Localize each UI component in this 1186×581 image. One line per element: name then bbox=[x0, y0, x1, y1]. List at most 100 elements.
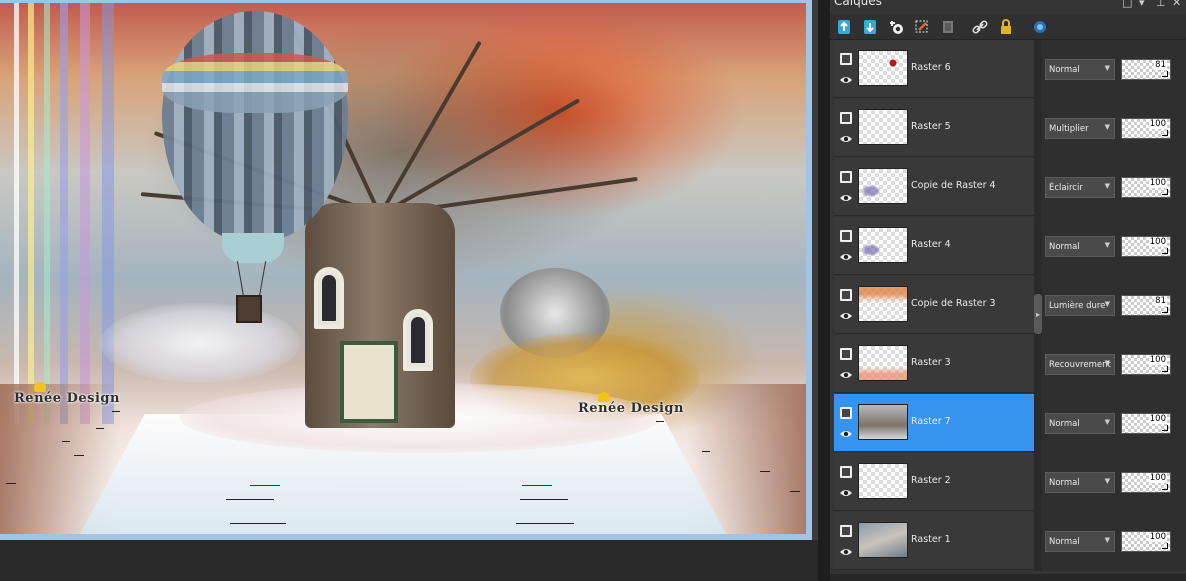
new-vector-layer-icon[interactable] bbox=[860, 17, 880, 37]
delete-layer-icon[interactable] bbox=[938, 17, 958, 37]
eye-icon[interactable] bbox=[839, 191, 853, 205]
image-canvas[interactable]: Renée Design Renée Design bbox=[0, 3, 806, 534]
layer-name[interactable]: Copie de Raster 3 bbox=[911, 298, 996, 309]
floor-dash bbox=[656, 421, 664, 422]
opacity-slider[interactable]: 100 bbox=[1121, 177, 1171, 198]
light-stripe bbox=[60, 3, 68, 424]
lock-icon[interactable] bbox=[996, 17, 1016, 37]
blend-mode-dropdown[interactable]: Normal ▼ bbox=[1045, 236, 1115, 257]
blend-mode-dropdown[interactable]: Éclaircir ▼ bbox=[1045, 177, 1115, 198]
layer-type-icon[interactable] bbox=[840, 171, 852, 183]
layer-type-icon[interactable] bbox=[840, 407, 852, 419]
layer-type-icon[interactable] bbox=[840, 466, 852, 478]
layer-row[interactable]: Raster 4 bbox=[834, 217, 1034, 275]
pin-icon[interactable]: ⊥ bbox=[1156, 0, 1166, 9]
tree-window bbox=[403, 309, 433, 371]
floor-dash bbox=[250, 485, 280, 486]
document-window: Renée Design Renée Design bbox=[0, 0, 812, 540]
eye-icon[interactable] bbox=[839, 250, 853, 264]
opacity-slider[interactable]: 100 bbox=[1121, 413, 1171, 434]
opacity-slider[interactable]: 100 bbox=[1121, 472, 1171, 493]
eye-icon[interactable] bbox=[839, 545, 853, 559]
floor-dash bbox=[230, 523, 286, 524]
watermark-left: Renée Design bbox=[14, 382, 120, 406]
layer-type-icon[interactable] bbox=[840, 53, 852, 65]
layer-name[interactable]: Raster 6 bbox=[911, 62, 951, 73]
layer-type-icon[interactable] bbox=[840, 230, 852, 242]
balloon-stripes bbox=[162, 53, 348, 113]
layer-name[interactable]: Raster 1 bbox=[911, 534, 951, 545]
opacity-slider[interactable]: 100 bbox=[1121, 236, 1171, 257]
butterfly-icon bbox=[34, 382, 46, 392]
eye-icon[interactable] bbox=[839, 486, 853, 500]
layer-name[interactable]: Raster 7 bbox=[911, 416, 951, 427]
floor-dash bbox=[226, 499, 274, 500]
blend-mode-dropdown[interactable]: Normal ▼ bbox=[1045, 413, 1115, 434]
dropdown-arrow-icon: ▼ bbox=[1104, 536, 1110, 544]
blend-mode-dropdown[interactable]: Lumière dure ▼ bbox=[1045, 295, 1115, 316]
floor-dash bbox=[516, 523, 574, 524]
eye-icon[interactable] bbox=[839, 73, 853, 87]
panel-splitter[interactable] bbox=[818, 0, 830, 581]
tree-window bbox=[314, 267, 344, 329]
floor-dash bbox=[62, 441, 70, 442]
edit-selection-icon[interactable] bbox=[912, 17, 932, 37]
layer-thumbnail bbox=[858, 286, 908, 322]
eye-icon[interactable] bbox=[839, 427, 853, 441]
opacity-slider[interactable]: 100 bbox=[1121, 531, 1171, 552]
panel-horizontal-scrollbar[interactable] bbox=[830, 574, 1186, 581]
layer-name[interactable]: Raster 3 bbox=[911, 357, 951, 368]
layer-row[interactable]: Copie de Raster 4 bbox=[834, 158, 1034, 216]
layer-name[interactable]: Raster 5 bbox=[911, 121, 951, 132]
light-stripe bbox=[14, 3, 19, 424]
light-stripe bbox=[80, 3, 90, 424]
properties-icon[interactable] bbox=[1030, 17, 1050, 37]
layer-row[interactable]: Raster 6 bbox=[834, 40, 1034, 98]
layer-thumbnail bbox=[858, 345, 908, 381]
dropdown-arrow-icon: ▼ bbox=[1104, 300, 1110, 308]
mask-icon[interactable] bbox=[886, 17, 906, 37]
menu-dropdown-icon[interactable]: ▾ bbox=[1139, 0, 1145, 9]
layer-row[interactable]: Raster 3 bbox=[834, 335, 1034, 393]
eye-icon[interactable] bbox=[839, 368, 853, 382]
blend-mode-dropdown[interactable]: Normal ▼ bbox=[1045, 472, 1115, 493]
layer-row-selected[interactable]: Raster 7 bbox=[834, 394, 1034, 452]
link-icon[interactable] bbox=[970, 17, 990, 37]
layer-row[interactable]: Raster 1 bbox=[834, 512, 1034, 570]
layer-name[interactable]: Copie de Raster 4 bbox=[911, 180, 996, 191]
layer-type-icon[interactable] bbox=[840, 525, 852, 537]
layer-row[interactable]: Raster 2 bbox=[834, 453, 1034, 511]
layer-name[interactable]: Raster 4 bbox=[911, 239, 951, 250]
dropdown-arrow-icon: ▼ bbox=[1104, 359, 1110, 367]
layer-properties-column: Normal ▼ 81 Multiplier ▼ 100 Éclaircir ▼ 10… bbox=[1042, 40, 1186, 571]
blend-mode-dropdown[interactable]: Recouvrement ▼ bbox=[1045, 354, 1115, 375]
layer-props-row: Normal ▼ 100 bbox=[1042, 453, 1186, 511]
layer-type-icon[interactable] bbox=[840, 348, 852, 360]
opacity-slider[interactable]: 100 bbox=[1121, 354, 1171, 375]
dropdown-arrow-icon: ▼ bbox=[1104, 477, 1110, 485]
blend-mode-dropdown[interactable]: Multiplier ▼ bbox=[1045, 118, 1115, 139]
layer-thumbnail bbox=[858, 109, 908, 145]
floor-dash bbox=[520, 499, 568, 500]
light-stripe bbox=[28, 3, 34, 424]
opacity-slider[interactable]: 100 bbox=[1121, 118, 1171, 139]
opacity-slider[interactable]: 81 bbox=[1121, 295, 1171, 316]
eye-icon[interactable] bbox=[839, 132, 853, 146]
eye-icon[interactable] bbox=[839, 309, 853, 323]
blend-mode-dropdown[interactable]: Normal ▼ bbox=[1045, 59, 1115, 80]
layer-type-icon[interactable] bbox=[840, 289, 852, 301]
maximize-icon[interactable]: □ bbox=[1122, 0, 1132, 9]
layer-props-row: Normal ▼ 81 bbox=[1042, 40, 1186, 98]
blend-mode-dropdown[interactable]: Normal ▼ bbox=[1045, 531, 1115, 552]
close-icon[interactable]: ✕ bbox=[1172, 0, 1181, 9]
layer-name[interactable]: Raster 2 bbox=[911, 475, 951, 486]
new-raster-layer-icon[interactable] bbox=[834, 17, 854, 37]
layer-row[interactable]: Raster 5 bbox=[834, 99, 1034, 157]
layer-row[interactable]: Copie de Raster 3 bbox=[834, 276, 1034, 334]
opacity-slider[interactable]: 81 bbox=[1121, 59, 1171, 80]
layer-props-row: Lumière dure ▼ 81 bbox=[1042, 276, 1186, 334]
dropdown-arrow-icon: ▼ bbox=[1104, 64, 1110, 72]
layer-type-icon[interactable] bbox=[840, 112, 852, 124]
divider-handle[interactable]: ▸ bbox=[1034, 294, 1042, 334]
layer-thumbnail bbox=[858, 404, 908, 440]
